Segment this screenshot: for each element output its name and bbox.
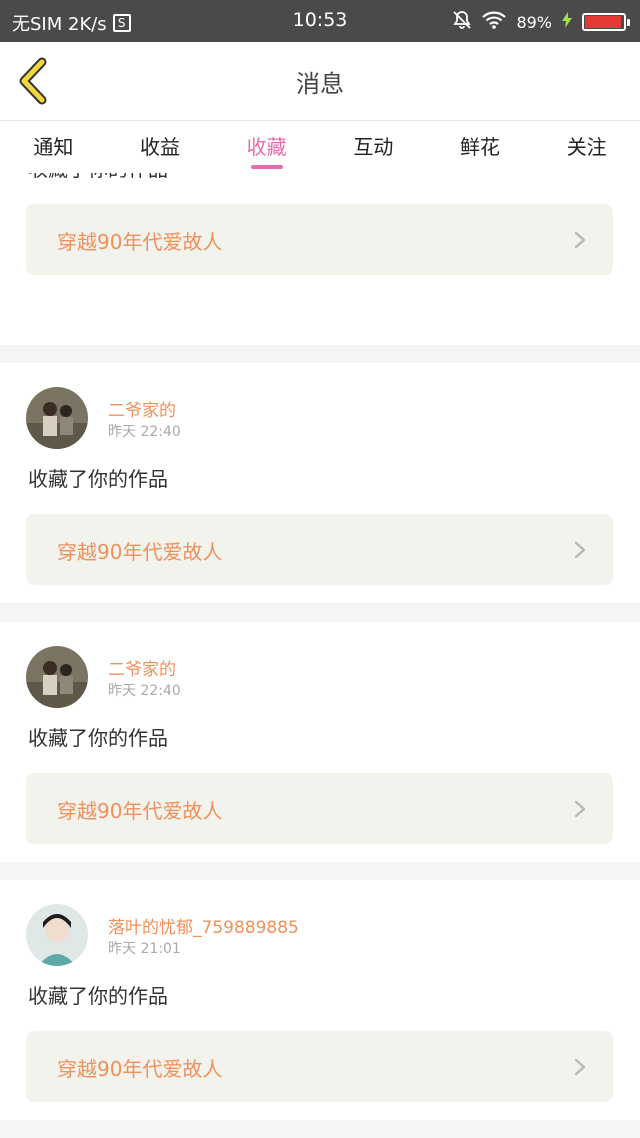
timestamp: 昨天 21:01 [108, 941, 181, 957]
timestamp: 昨天 22:40 [108, 424, 181, 440]
battery-icon [582, 13, 630, 31]
action-text: 收藏了你的作品 [28, 467, 168, 491]
chevron-right-icon [574, 800, 586, 818]
message-feed[interactable]: 收藏了你的作品穿越90年代爱故人二爷家的昨天 22:40收藏了你的作品穿越90年… [0, 173, 640, 1138]
charging-bolt-icon [562, 12, 572, 32]
avatar[interactable] [26, 904, 88, 966]
favorite-message-card: 二爷家的昨天 22:40 收藏了你的作品穿越90年代爱故人 [0, 622, 640, 862]
work-link[interactable]: 穿越90年代爱故人 [26, 204, 613, 275]
username[interactable]: 二爷家的 [108, 655, 176, 680]
work-title: 穿越90年代爱故人 [57, 799, 223, 823]
username[interactable]: 落叶的忧郁_759889885 [108, 913, 299, 938]
chevron-right-icon [574, 1058, 586, 1076]
header: 消息 [0, 42, 640, 121]
page-title: 消息 [296, 70, 344, 98]
chevron-right-icon [574, 541, 586, 559]
wifi-icon [482, 11, 507, 33]
status-right: 89% [452, 10, 630, 34]
battery-fill [585, 16, 621, 28]
tab-favorites[interactable]: 收藏 [213, 121, 320, 173]
mute-notification-icon [452, 10, 472, 34]
avatar[interactable] [26, 387, 88, 449]
tab-notifications[interactable]: 通知 [0, 121, 107, 173]
action-text: 收藏了你的作品 [28, 173, 168, 182]
tab-interactions[interactable]: 互动 [320, 121, 427, 173]
battery-percent: 89% [516, 12, 552, 32]
work-link[interactable]: 穿越90年代爱故人 [26, 773, 613, 844]
tab-follows[interactable]: 关注 [533, 121, 640, 173]
work-title: 穿越90年代爱故人 [57, 230, 223, 254]
chevron-right-icon [574, 231, 586, 249]
tab-bar: 通知 收益 收藏 互动 鲜花 关注 [0, 121, 640, 173]
tab-flowers[interactable]: 鲜花 [427, 121, 534, 173]
work-title: 穿越90年代爱故人 [57, 540, 223, 564]
favorite-message-card: 收藏了你的作品穿越90年代爱故人 [0, 173, 640, 345]
timestamp: 昨天 22:40 [108, 683, 181, 699]
action-text: 收藏了你的作品 [28, 984, 168, 1008]
username[interactable]: 二爷家的 [108, 396, 176, 421]
favorite-message-card: 二爷家的昨天 22:40 收藏了你的作品穿越90年代爱故人 [0, 363, 640, 603]
status-bar: 无SIM 2K/s S 10:53 89% [0, 0, 640, 42]
work-title: 穿越90年代爱故人 [57, 1057, 223, 1081]
favorite-message-card: 落叶的忧郁_759889885 昨天 21:01 收藏了你的作品穿越90年代爱故人 [0, 880, 640, 1120]
action-text: 收藏了你的作品 [28, 726, 168, 750]
avatar[interactable] [26, 646, 88, 708]
tab-earnings[interactable]: 收益 [107, 121, 214, 173]
work-link[interactable]: 穿越90年代爱故人 [26, 1031, 613, 1102]
work-link[interactable]: 穿越90年代爱故人 [26, 514, 613, 585]
